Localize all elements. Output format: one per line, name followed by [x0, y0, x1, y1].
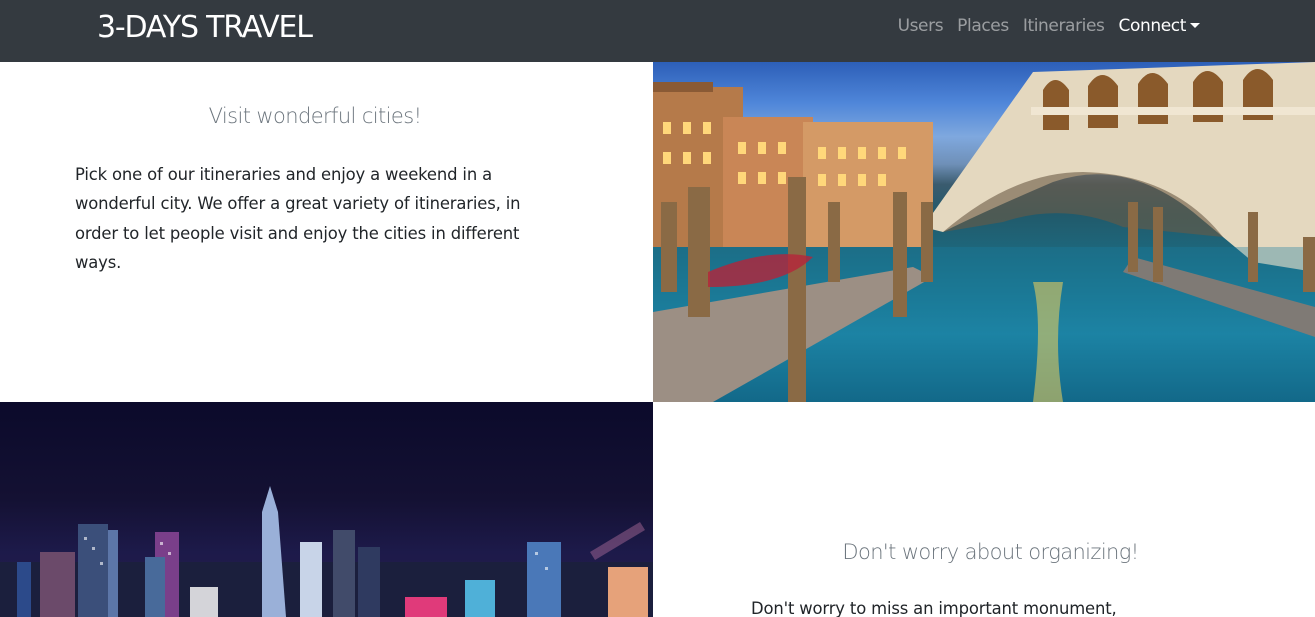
caret-down-icon: [1190, 23, 1200, 28]
venice-scene-image: [653, 62, 1315, 402]
organizing-text-panel: Don't worry about organizing! Don't worr…: [653, 402, 1315, 617]
section-heading: Don't worry about organizing!: [842, 540, 1139, 564]
nav-itineraries-link[interactable]: Itineraries: [1023, 14, 1105, 38]
nav-connect-dropdown[interactable]: Connect: [1118, 14, 1200, 38]
top-navbar: 3-DAYS TRAVEL Users Places Itineraries C…: [0, 0, 1315, 62]
skyline-scene-image: [0, 486, 653, 617]
intro-text-panel: Visit wonderful cities! Pick one of our …: [0, 62, 653, 402]
section-heading: Visit wonderful cities!: [208, 104, 422, 128]
venice-rialto-bridge-photo: [653, 62, 1315, 402]
brand-logo[interactable]: 3-DAYS TRAVEL: [97, 10, 313, 46]
section-paragraph: Pick one of our itineraries and enjoy a …: [75, 165, 521, 272]
nav-users-link[interactable]: Users: [898, 14, 944, 38]
nav-connect-label: Connect: [1118, 16, 1187, 36]
night-city-skyline-photo: [0, 402, 653, 617]
nav-links: Users Places Itineraries Connect: [898, 14, 1200, 38]
nav-places-link[interactable]: Places: [957, 14, 1009, 38]
section-paragraph: Don't worry to miss an important monumen…: [751, 599, 1117, 617]
